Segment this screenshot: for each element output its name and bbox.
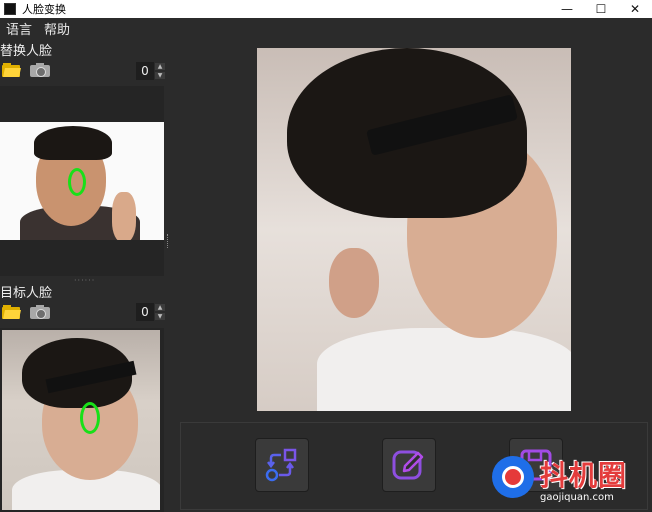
stepper-up-icon[interactable]: ▲ [154, 62, 166, 71]
target-face-preview [0, 328, 164, 512]
swap-face-preview [0, 86, 164, 276]
title-bar: 人脸变换 — ☐ ✕ [0, 0, 652, 18]
stepper-down-icon[interactable]: ▼ [154, 71, 166, 80]
camera-icon[interactable] [30, 305, 50, 319]
swap-face-index-stepper[interactable]: 0 ▲ ▼ [136, 62, 166, 80]
menu-help[interactable]: 帮助 [44, 19, 70, 38]
result-preview-photo [257, 48, 571, 411]
close-button[interactable]: ✕ [618, 0, 652, 18]
target-face-toolbar [2, 305, 50, 319]
splitter-handle[interactable]: ······ [74, 276, 95, 285]
camera-icon[interactable] [30, 63, 50, 77]
open-folder-icon[interactable] [2, 305, 21, 319]
left-panel: 替换人脸 0 ▲ ▼ ······ 目标人脸 0 ▲ ▼ [0, 38, 170, 512]
window-controls: — ☐ ✕ [550, 0, 652, 18]
stepper-up-icon[interactable]: ▲ [154, 303, 166, 312]
stepper-down-icon[interactable]: ▼ [154, 312, 166, 321]
open-folder-icon[interactable] [2, 63, 21, 77]
target-face-photo [2, 330, 160, 510]
menu-bar: 语言 帮助 [0, 18, 652, 38]
window-title: 人脸变换 [22, 3, 66, 16]
swap-face-marker [68, 168, 86, 196]
menu-language[interactable]: 语言 [6, 19, 32, 38]
maximize-button[interactable]: ☐ [584, 0, 618, 18]
target-face-index-value[interactable]: 0 [136, 303, 154, 321]
watermark-brand: 抖机圈 [540, 459, 628, 492]
swap-face-toolbar [2, 63, 50, 77]
vertical-splitter[interactable] [167, 234, 170, 248]
swap-face-button[interactable] [255, 438, 309, 492]
watermark-url: gaojiquan.com [540, 492, 614, 503]
minimize-button[interactable]: — [550, 0, 584, 18]
target-face-marker [80, 402, 100, 434]
edit-pencil-icon [392, 450, 424, 480]
target-face-label: 目标人脸 [0, 286, 53, 301]
watermark-logo: 抖机圈 gaojiquan.com [490, 452, 650, 510]
edit-button[interactable] [382, 438, 436, 492]
swap-arrows-icon [265, 448, 297, 482]
swap-face-photo [0, 122, 164, 240]
app-icon [4, 3, 16, 15]
swap-face-label: 替换人脸 [0, 44, 53, 59]
swap-face-index-value[interactable]: 0 [136, 62, 154, 80]
target-face-index-stepper[interactable]: 0 ▲ ▼ [136, 303, 166, 321]
